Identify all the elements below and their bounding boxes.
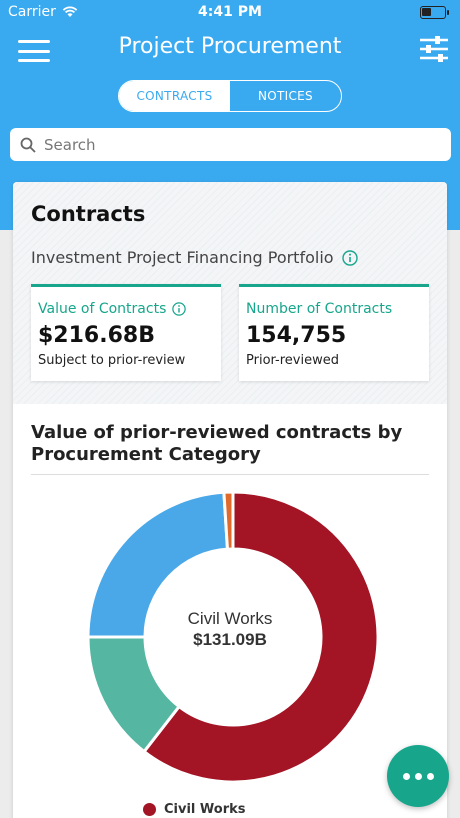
contracts-card: Contracts Investment Project Financing P… <box>13 182 447 818</box>
search-icon <box>20 137 36 153</box>
search-bar <box>10 128 451 161</box>
center-label: Civil Works <box>188 609 273 628</box>
sliders-icon[interactable] <box>418 34 450 64</box>
search-input[interactable] <box>44 135 424 154</box>
center-value: $131.09B <box>193 630 267 649</box>
legend-label[interactable]: Civil Works <box>164 802 246 817</box>
tab-notices[interactable]: NOTICES <box>230 81 341 111</box>
battery-icon <box>420 6 449 19</box>
contracts-notices-toggle: CONTRACTS NOTICES <box>118 80 342 112</box>
status-time: 4:41 PM <box>198 4 262 20</box>
more-icon[interactable] <box>387 745 449 807</box>
nav-bar: Project Procurement <box>0 30 460 70</box>
legend-swatch <box>143 803 156 816</box>
donut-chart: Civil Works $131.09B <box>86 490 380 784</box>
tab-contracts[interactable]: CONTRACTS <box>119 81 230 111</box>
chart-legend: Civil Works <box>143 802 246 817</box>
status-bar: Carrier 4:41 PM <box>0 0 460 26</box>
page-title: Project Procurement <box>118 34 342 59</box>
